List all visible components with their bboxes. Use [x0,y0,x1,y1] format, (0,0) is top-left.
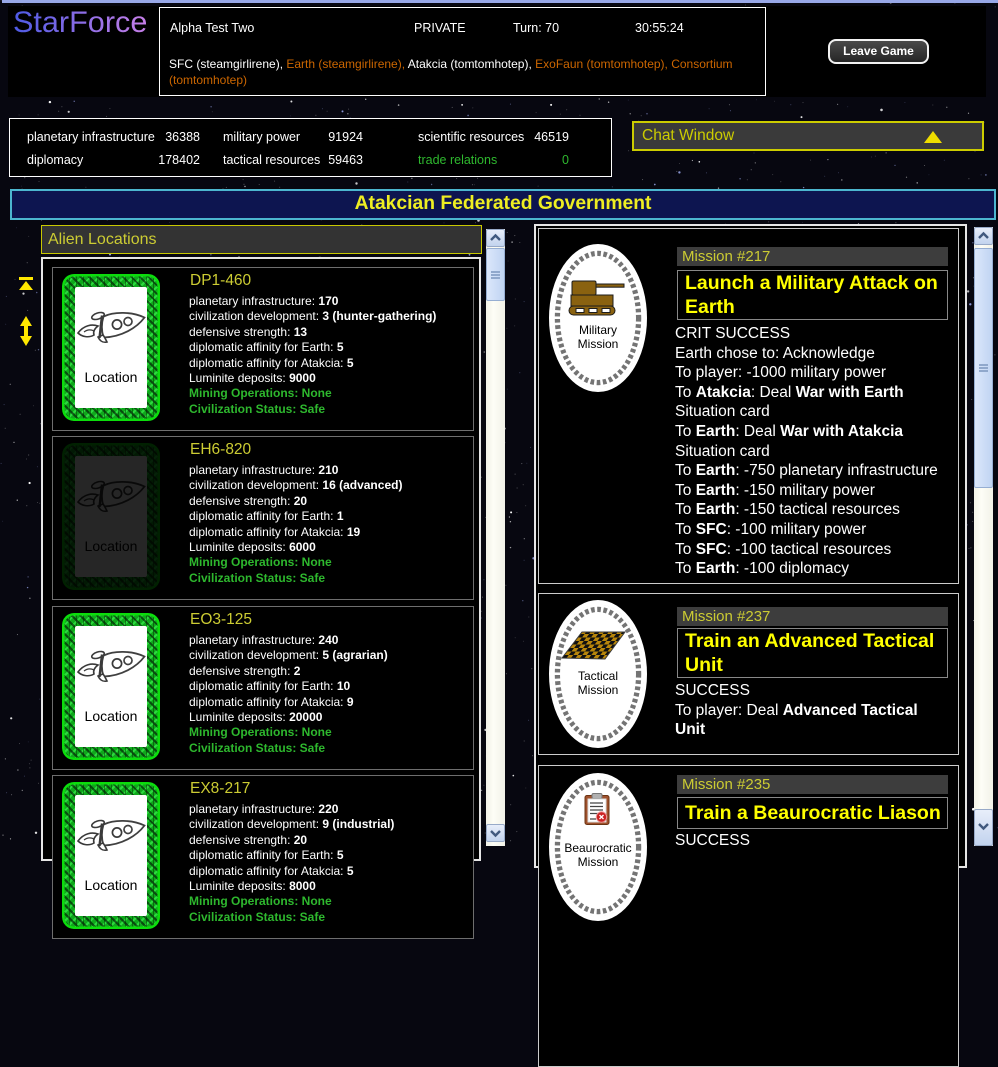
svg-text:Mission: Mission [578,683,619,697]
svg-text:Tactical: Tactical [578,669,618,683]
svg-text:Mission: Mission [578,337,619,351]
svg-text:Mission: Mission [578,855,619,869]
svg-text:Military: Military [579,323,617,337]
svg-text:Beaurocratic: Beaurocratic [564,841,631,855]
